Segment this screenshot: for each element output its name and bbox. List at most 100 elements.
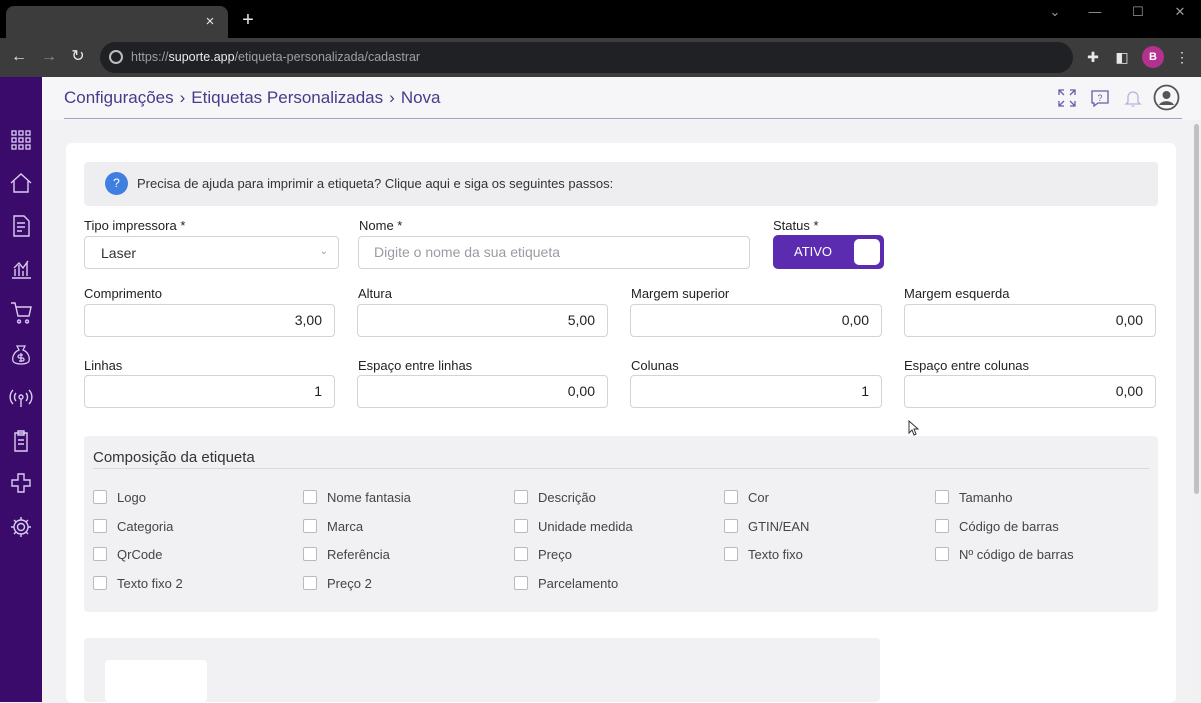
- checkbox-label[interactable]: Nº código de barras: [959, 547, 1074, 562]
- checkbox-box[interactable]: [724, 490, 738, 504]
- colunas-input[interactable]: 1: [630, 375, 882, 408]
- reload-icon[interactable]: ↻: [67, 46, 89, 68]
- close-tab-icon[interactable]: ×: [200, 12, 220, 32]
- chart-icon[interactable]: [8, 256, 34, 282]
- scrollbar-thumb[interactable]: [1194, 124, 1199, 494]
- checkbox-label[interactable]: Nome fantasia: [327, 490, 411, 505]
- margem-esquerda-input[interactable]: 0,00: [904, 304, 1156, 337]
- minimize-icon[interactable]: —: [1080, 4, 1110, 19]
- checkbox-box[interactable]: [514, 490, 528, 504]
- apps-grid-icon[interactable]: [8, 127, 34, 153]
- breadcrumb-item-etiquetas[interactable]: Etiquetas Personalizadas: [191, 88, 383, 108]
- header-divider: [64, 118, 1182, 119]
- espaco-colunas-label: Espaço entre colunas: [904, 358, 1030, 373]
- help-banner[interactable]: ? Precisa de ajuda para imprimir a etiqu…: [84, 162, 1158, 206]
- cart-icon[interactable]: [8, 299, 34, 325]
- broadcast-icon[interactable]: [8, 385, 34, 411]
- help-text[interactable]: Precisa de ajuda para imprimir a etiquet…: [137, 176, 613, 191]
- plugin-icon[interactable]: [8, 471, 34, 497]
- checkbox-box[interactable]: [935, 547, 949, 561]
- checkbox-label[interactable]: Preço: [538, 547, 572, 562]
- extensions-icon[interactable]: ✚: [1083, 47, 1103, 67]
- checkbox-label[interactable]: Código de barras: [959, 519, 1059, 534]
- checkbox-label[interactable]: Categoria: [117, 519, 173, 534]
- close-window-icon[interactable]: ✕: [1165, 4, 1195, 20]
- checkbox-box[interactable]: [724, 519, 738, 533]
- checkbox-box[interactable]: [724, 547, 738, 561]
- checkbox-box[interactable]: [514, 547, 528, 561]
- question-icon: ?: [105, 172, 128, 195]
- forward-icon[interactable]: →: [38, 46, 60, 68]
- espaco-linhas-input[interactable]: 0,00: [357, 375, 608, 408]
- breadcrumb-item-nova: Nova: [400, 88, 441, 107]
- menu-icon[interactable]: ⋮: [1172, 47, 1192, 67]
- checkbox-box[interactable]: [935, 519, 949, 533]
- margem-superior-label: Margem superior: [631, 286, 730, 301]
- help-chat-icon[interactable]: ?: [1089, 87, 1111, 109]
- url-host: suporte.app: [168, 50, 235, 64]
- status-label: Status *: [773, 218, 819, 233]
- bell-icon[interactable]: [1122, 87, 1144, 109]
- composicao-panel: Composição da etiqueta Logo Nome fantasi…: [84, 436, 1158, 612]
- checkbox-box[interactable]: [93, 547, 107, 561]
- espaco-colunas-input[interactable]: 0,00: [904, 375, 1156, 408]
- checkbox-box[interactable]: [514, 519, 528, 533]
- linhas-input[interactable]: 1: [84, 375, 335, 408]
- checkbox-label[interactable]: Descrição: [538, 490, 596, 505]
- tipo-impressora-value: Laser: [101, 245, 137, 261]
- breadcrumb-item-configuracoes[interactable]: Configurações: [64, 88, 174, 108]
- status-toggle-label: ATIVO: [794, 244, 833, 259]
- checkbox-label[interactable]: Preço 2: [327, 576, 372, 591]
- back-icon[interactable]: ←: [8, 46, 30, 68]
- comprimento-input[interactable]: 3,00: [84, 304, 335, 337]
- maximize-icon[interactable]: ☐: [1123, 4, 1153, 20]
- checkbox-label[interactable]: Parcelamento: [538, 576, 618, 591]
- document-icon[interactable]: [8, 213, 34, 239]
- checkbox-box[interactable]: [935, 490, 949, 504]
- checkbox-box[interactable]: [93, 519, 107, 533]
- label-preview-panel: [84, 638, 880, 702]
- checkbox-label[interactable]: QrCode: [117, 547, 163, 562]
- checkbox-box[interactable]: [93, 576, 107, 590]
- checkbox-box[interactable]: [93, 490, 107, 504]
- checkbox-label[interactable]: Cor: [748, 490, 769, 505]
- new-tab-button[interactable]: +: [236, 8, 260, 32]
- tipo-impressora-select[interactable]: Laser ⌄: [84, 236, 339, 269]
- browser-tab-bar: × + ⌄ — ☐ ✕: [0, 0, 1201, 38]
- checkbox-label[interactable]: Unidade medida: [538, 519, 633, 534]
- user-avatar-icon[interactable]: [1153, 84, 1180, 111]
- comprimento-label: Comprimento: [84, 286, 163, 301]
- colunas-label: Colunas: [631, 358, 679, 373]
- fullscreen-icon[interactable]: [1056, 87, 1078, 109]
- checkbox-box[interactable]: [514, 576, 528, 590]
- status-toggle[interactable]: ATIVO: [773, 235, 884, 269]
- altura-input[interactable]: 5,00: [357, 304, 608, 337]
- checkbox-box[interactable]: [303, 519, 317, 533]
- checkbox-label[interactable]: Logo: [117, 490, 146, 505]
- checkbox-label[interactable]: GTIN/EAN: [748, 519, 809, 534]
- home-icon[interactable]: [8, 170, 34, 196]
- checkbox-box[interactable]: [303, 490, 317, 504]
- checkbox-label[interactable]: Texto fixo 2: [117, 576, 183, 591]
- url-text[interactable]: https://suporte.app/etiqueta-personaliza…: [131, 50, 420, 64]
- checkbox-box[interactable]: [303, 547, 317, 561]
- browser-tab[interactable]: ×: [6, 6, 228, 38]
- clipboard-icon[interactable]: [8, 428, 34, 454]
- profile-avatar[interactable]: B: [1142, 46, 1164, 68]
- margem-superior-input[interactable]: 0,00: [630, 304, 882, 337]
- money-bag-icon[interactable]: [8, 342, 34, 368]
- checkbox-box[interactable]: [303, 576, 317, 590]
- chevron-down-icon[interactable]: ⌄: [1040, 4, 1070, 20]
- checkbox-label[interactable]: Tamanho: [959, 490, 1012, 505]
- breadcrumb-separator: ›: [179, 88, 186, 107]
- site-info-icon[interactable]: [109, 50, 123, 64]
- composicao-divider: [93, 468, 1149, 469]
- checkbox-label[interactable]: Texto fixo: [748, 547, 803, 562]
- address-bar[interactable]: https://suporte.app/etiqueta-personaliza…: [100, 42, 1073, 73]
- gear-icon[interactable]: [8, 514, 34, 540]
- side-panel-icon[interactable]: ◧: [1112, 47, 1132, 67]
- nome-input[interactable]: Digite o nome da sua etiqueta: [358, 236, 750, 269]
- checkbox-label[interactable]: Referência: [327, 547, 390, 562]
- breadcrumb-separator: ›: [389, 88, 395, 107]
- checkbox-label[interactable]: Marca: [327, 519, 363, 534]
